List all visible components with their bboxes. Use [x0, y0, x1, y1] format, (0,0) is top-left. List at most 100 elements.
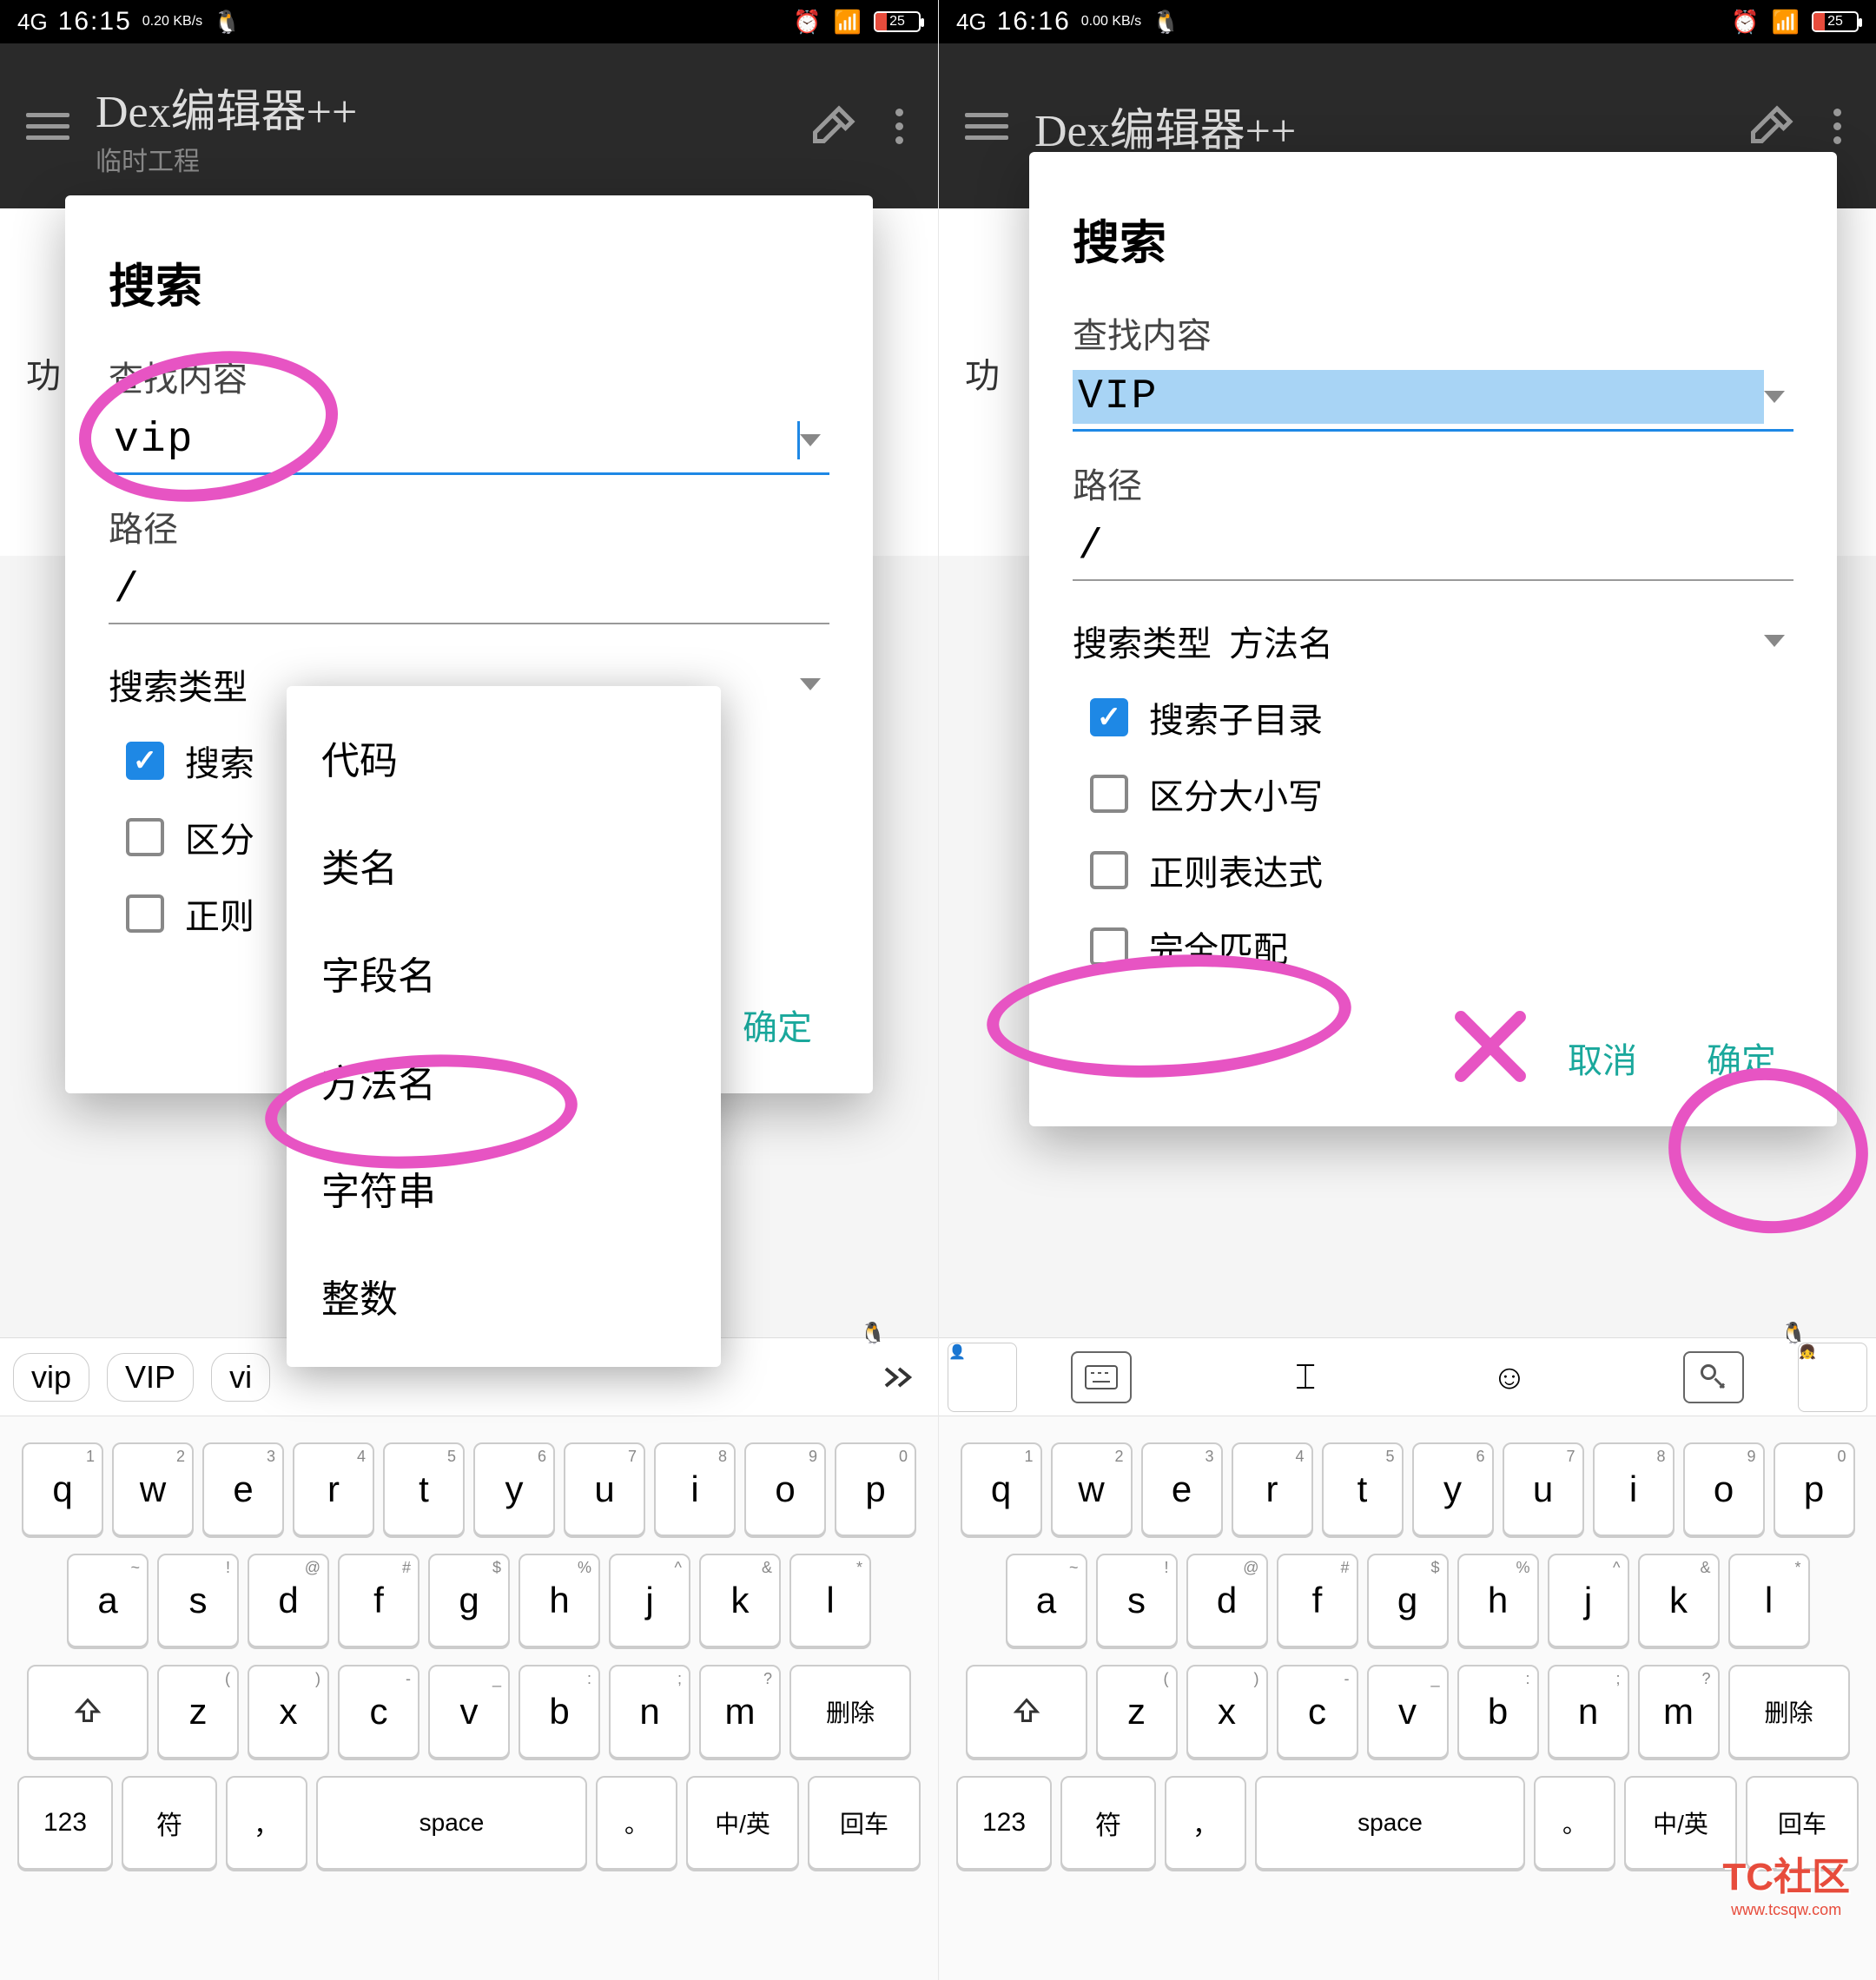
key-w[interactable]: w2 — [1051, 1442, 1133, 1536]
key-c[interactable]: c- — [338, 1665, 419, 1759]
key-v[interactable]: v_ — [428, 1665, 510, 1759]
key-x[interactable]: x) — [248, 1665, 329, 1759]
menu-button[interactable] — [965, 113, 1008, 140]
path-input[interactable]: / — [109, 558, 829, 624]
delete-key[interactable]: 删除 — [789, 1665, 911, 1759]
path-input[interactable]: / — [1073, 515, 1793, 581]
key-n[interactable]: n; — [1548, 1665, 1629, 1759]
num-key[interactable]: 123 — [17, 1776, 113, 1870]
space-key[interactable]: space — [1255, 1776, 1525, 1870]
checkbox-icon[interactable] — [1090, 851, 1128, 889]
clipboard-icon[interactable] — [1683, 1351, 1744, 1403]
suggestion-item[interactable]: vi — [211, 1353, 270, 1402]
checkbox-icon[interactable] — [126, 894, 164, 933]
dropdown-item-integer[interactable]: 整数 — [287, 1242, 721, 1350]
key-k[interactable]: k& — [1638, 1554, 1720, 1647]
build-icon[interactable] — [1747, 100, 1799, 152]
comma-key[interactable]: ， — [226, 1776, 307, 1870]
keyboard-icon[interactable] — [1071, 1351, 1132, 1403]
lang-key[interactable]: 中/英 — [686, 1776, 799, 1870]
key-n[interactable]: n; — [609, 1665, 690, 1759]
key-s[interactable]: s! — [1096, 1554, 1178, 1647]
key-h[interactable]: h% — [519, 1554, 600, 1647]
shift-key[interactable] — [27, 1665, 149, 1759]
key-u[interactable]: u7 — [1503, 1442, 1584, 1536]
key-g[interactable]: g$ — [428, 1554, 510, 1647]
checkbox-icon[interactable] — [126, 742, 164, 780]
space-key[interactable]: space — [316, 1776, 587, 1870]
key-j[interactable]: j^ — [1548, 1554, 1629, 1647]
confirm-button[interactable]: 确定 — [725, 991, 829, 1059]
checkbox-exact[interactable]: 完全匹配 — [1073, 921, 1793, 972]
shift-key[interactable] — [966, 1665, 1087, 1759]
emoji-icon[interactable]: ☺ — [1479, 1351, 1540, 1403]
period-key[interactable]: 。 — [1534, 1776, 1615, 1870]
dropdown-item-class[interactable]: 类名 — [287, 811, 721, 919]
key-f[interactable]: f# — [1277, 1554, 1358, 1647]
cursor-mode-icon[interactable]: ⌶ — [1275, 1351, 1336, 1403]
key-v[interactable]: v_ — [1367, 1665, 1449, 1759]
key-l[interactable]: l* — [1728, 1554, 1810, 1647]
enter-key[interactable]: 回车 — [808, 1776, 921, 1870]
find-content-input[interactable]: vip — [109, 408, 829, 475]
key-b[interactable]: b: — [1457, 1665, 1539, 1759]
checkbox-icon[interactable] — [1090, 698, 1128, 736]
checkbox-icon[interactable] — [1090, 775, 1128, 813]
dropdown-item-method[interactable]: 方法名 — [287, 1026, 721, 1134]
key-r[interactable]: r4 — [293, 1442, 374, 1536]
overflow-menu-button[interactable] — [887, 109, 912, 144]
key-a[interactable]: a~ — [1006, 1554, 1087, 1647]
suggestion-item[interactable]: VIP — [107, 1353, 194, 1402]
overflow-menu-button[interactable] — [1825, 109, 1850, 144]
checkbox-case[interactable]: 区分大小写 — [1073, 769, 1793, 819]
more-suggestions-button[interactable] — [873, 1360, 925, 1395]
key-d[interactable]: d@ — [1186, 1554, 1268, 1647]
key-t[interactable]: t5 — [1322, 1442, 1404, 1536]
period-key[interactable]: 。 — [596, 1776, 677, 1870]
dropdown-arrow-icon[interactable] — [800, 434, 821, 446]
key-k[interactable]: k& — [699, 1554, 781, 1647]
checkbox-subdir[interactable]: 搜索子目录 — [1073, 692, 1793, 742]
key-o[interactable]: o9 — [744, 1442, 826, 1536]
key-w[interactable]: w2 — [112, 1442, 194, 1536]
build-icon[interactable] — [809, 100, 861, 152]
suggestion-item[interactable]: vip — [13, 1353, 89, 1402]
checkbox-icon[interactable] — [126, 818, 164, 856]
key-p[interactable]: p0 — [835, 1442, 916, 1536]
key-e[interactable]: e3 — [202, 1442, 284, 1536]
key-z[interactable]: z( — [157, 1665, 239, 1759]
key-c[interactable]: c- — [1277, 1665, 1358, 1759]
key-o[interactable]: o9 — [1683, 1442, 1765, 1536]
key-h[interactable]: h% — [1457, 1554, 1539, 1647]
key-i[interactable]: i8 — [1593, 1442, 1675, 1536]
key-t[interactable]: t5 — [383, 1442, 465, 1536]
key-p[interactable]: p0 — [1774, 1442, 1855, 1536]
checkbox-icon[interactable] — [1090, 927, 1128, 966]
symbol-key[interactable]: 符 — [122, 1776, 217, 1870]
key-r[interactable]: r4 — [1232, 1442, 1313, 1536]
comma-key[interactable]: ， — [1165, 1776, 1246, 1870]
find-content-input[interactable]: VIP — [1073, 365, 1793, 432]
key-y[interactable]: y6 — [1412, 1442, 1494, 1536]
key-i[interactable]: i8 — [654, 1442, 736, 1536]
dropdown-item-code[interactable]: 代码 — [287, 703, 721, 811]
search-type-selector[interactable]: 搜索类型 方法名 — [1073, 616, 1793, 666]
key-d[interactable]: d@ — [248, 1554, 329, 1647]
key-y[interactable]: y6 — [473, 1442, 555, 1536]
key-u[interactable]: u7 — [564, 1442, 645, 1536]
key-s[interactable]: s! — [157, 1554, 239, 1647]
key-q[interactable]: q1 — [22, 1442, 103, 1536]
key-q[interactable]: q1 — [961, 1442, 1042, 1536]
key-l[interactable]: l* — [789, 1554, 871, 1647]
lang-key[interactable]: 中/英 — [1624, 1776, 1737, 1870]
key-m[interactable]: m? — [1638, 1665, 1720, 1759]
num-key[interactable]: 123 — [956, 1776, 1052, 1870]
key-j[interactable]: j^ — [609, 1554, 690, 1647]
checkbox-regex[interactable]: 正则表达式 — [1073, 845, 1793, 895]
key-g[interactable]: g$ — [1367, 1554, 1449, 1647]
cancel-button[interactable]: 取消 — [1550, 1024, 1655, 1092]
key-e[interactable]: e3 — [1141, 1442, 1223, 1536]
key-x[interactable]: x) — [1186, 1665, 1268, 1759]
key-z[interactable]: z( — [1096, 1665, 1178, 1759]
dropdown-item-field[interactable]: 字段名 — [287, 919, 721, 1026]
